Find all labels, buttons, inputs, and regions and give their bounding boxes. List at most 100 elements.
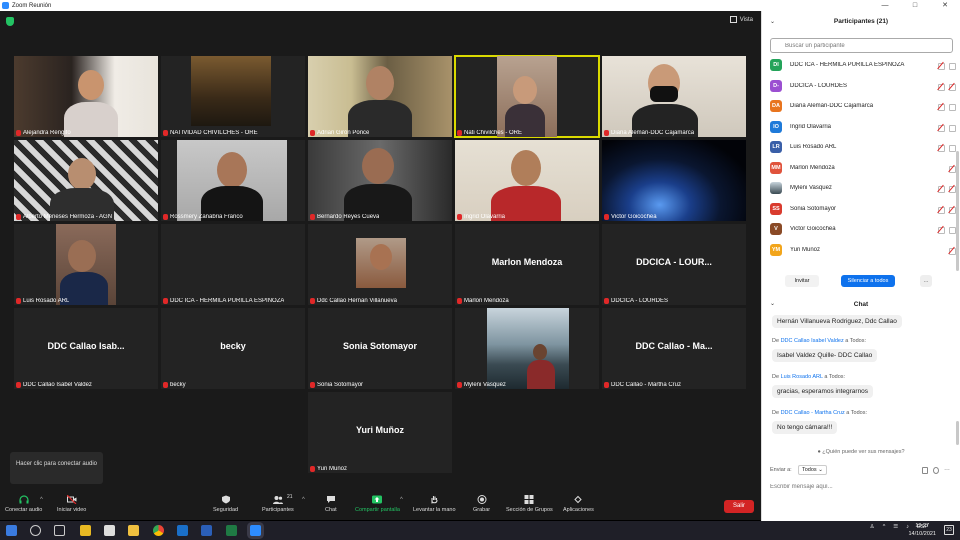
audio-options-chevron-icon[interactable]: ^: [40, 497, 43, 503]
participant-row[interactable]: D- DDCICA - LOURDES: [770, 78, 956, 94]
folder-icon[interactable]: [128, 525, 139, 536]
breakout-rooms-button[interactable]: Sección de Grupos: [506, 495, 553, 513]
camera-icon: [948, 144, 956, 152]
raise-hand-button[interactable]: Levantar la mano: [413, 495, 456, 513]
meeting-area: Vista Alejandra Rengifo NATIVIDAD CHIVIL…: [0, 11, 761, 490]
participant-tile[interactable]: Luis Rosado ARL: [14, 224, 158, 305]
tile-center-name: becky: [220, 341, 246, 351]
security-button[interactable]: Seguridad: [213, 495, 238, 513]
participant-row[interactable]: DI DDC ICA - HERMILA PURILLA ESPINOZA: [770, 57, 956, 73]
invite-button[interactable]: Invitar: [785, 275, 819, 287]
wifi-icon[interactable]: ☰: [893, 524, 898, 530]
participant-tile[interactable]: Ingrid Olavarria: [455, 140, 599, 221]
start-icon[interactable]: [6, 525, 17, 536]
chat-message-input[interactable]: [770, 481, 953, 493]
share-screen-button[interactable]: Compartir pantalla: [355, 495, 400, 513]
participant-search-input[interactable]: [770, 38, 953, 53]
participant-tile[interactable]: Ddc Callao Hernan Villanueva: [308, 224, 452, 305]
send-to-label: Enviar a:: [770, 467, 792, 473]
maximize-button[interactable]: □: [900, 0, 930, 11]
minimize-button[interactable]: —: [870, 0, 900, 11]
participant-row[interactable]: V Victor Goicochea: [770, 221, 956, 237]
chat-message-sender: De Luis Rosado ARL a Todos:: [772, 374, 846, 380]
participant-tile[interactable]: DDCICA - LOUR... DDCICA - LOURDES: [602, 224, 746, 305]
participant-tile[interactable]: Victor Goicochea: [602, 140, 746, 221]
more-dots-icon[interactable]: …: [944, 466, 950, 472]
outlook-icon[interactable]: [177, 525, 188, 536]
participant-row[interactable]: MM Marlon Mendoza: [770, 160, 956, 176]
chat-message-sender: De DDC Callao - Martha Cruz a Todos:: [772, 410, 867, 416]
leave-button[interactable]: Salir: [724, 500, 754, 513]
avatar: DA: [770, 100, 782, 112]
muted-mic-icon: [604, 214, 609, 220]
mute-all-button[interactable]: Silenciar a todos: [841, 275, 895, 287]
tile-center-name: DDC Callao Isab...: [47, 341, 125, 351]
search-icon[interactable]: [30, 525, 41, 536]
excel-icon[interactable]: [226, 525, 237, 536]
participant-row[interactable]: IO Ingrid Olavarria: [770, 119, 956, 135]
record-button[interactable]: Grabar: [473, 495, 490, 513]
participant-face: [68, 158, 96, 190]
participant-tile[interactable]: Alberto Meneses Hermoza - AGN: [14, 140, 158, 221]
share-options-chevron-icon[interactable]: ^: [400, 497, 403, 503]
participant-row[interactable]: LR Luis Rosado ARL: [770, 139, 956, 155]
muted-mic-icon: [16, 214, 21, 220]
participant-row[interactable]: Myleni Vasquez: [770, 180, 956, 196]
participants-scrollbar[interactable]: [956, 151, 959, 271]
file-icon[interactable]: [922, 467, 928, 474]
chat-button[interactable]: Chat: [325, 495, 337, 513]
participant-body: [527, 360, 555, 389]
people-tray-icon[interactable]: ♙: [870, 524, 875, 530]
start-video-button[interactable]: Iniciar video: [57, 495, 86, 513]
word-icon[interactable]: [201, 525, 212, 536]
participant-tile[interactable]: Adrian Girón Ponce: [308, 56, 452, 137]
participant-tile[interactable]: Nati Chivilches - ORE: [454, 55, 600, 138]
participant-tile[interactable]: Alejandra Rengifo: [14, 56, 158, 137]
participant-tile[interactable]: Yuri Muñoz Yuri Muñoz: [308, 392, 452, 473]
muted-mic-icon: [163, 214, 168, 220]
participant-tile[interactable]: DDC ICA - HERMILA PURILLA ESPINOZA: [161, 224, 305, 305]
video-off-icon: [66, 495, 77, 504]
participant-tile[interactable]: Marlon Mendoza Marlon Mendoza: [455, 224, 599, 305]
view-button[interactable]: Vista: [729, 16, 753, 23]
avatar: D-: [770, 80, 782, 92]
apps-icon: [574, 495, 583, 504]
chevron-up-icon[interactable]: ^: [883, 524, 886, 530]
close-button[interactable]: ✕: [930, 0, 960, 11]
file-explorer-icon[interactable]: [80, 525, 91, 536]
emoji-icon[interactable]: [933, 467, 939, 474]
headphones-icon: [19, 495, 29, 504]
participants-button[interactable]: Participantes 21: [262, 494, 294, 513]
more-options-button[interactable]: ...: [920, 275, 932, 287]
apps-button[interactable]: Aplicaciones: [563, 495, 594, 513]
participant-tile[interactable]: Sonia Sotomayor Sonia Sotomayor: [308, 308, 452, 389]
calculator-icon[interactable]: [104, 525, 115, 536]
participant-tile[interactable]: NATIVIDAD CHIVILCHES - ORE: [161, 56, 305, 137]
muted-mic-icon: [937, 185, 945, 193]
chrome-icon[interactable]: [153, 525, 164, 536]
task-view-icon[interactable]: [54, 525, 65, 536]
participant-row[interactable]: YM Yuri Muñoz: [770, 242, 956, 258]
camera-icon: [948, 62, 956, 70]
participant-tile[interactable]: DDC Callao Isab... DDC Callao Isabel Val…: [14, 308, 158, 389]
encryption-shield-icon[interactable]: [6, 17, 14, 26]
notifications-icon[interactable]: 23: [944, 525, 954, 535]
participant-row[interactable]: SS Sonia Sotomayor: [770, 201, 956, 217]
participant-tile[interactable]: Myleni Vasquez: [455, 308, 599, 389]
participant-tile[interactable]: Rossmery Zanabria Franco: [161, 140, 305, 221]
who-can-see-link[interactable]: ● ¿Quién puede ver sus mensajes?: [762, 449, 960, 455]
clock[interactable]: 19:27 14/10/2021: [908, 523, 936, 538]
participant-row[interactable]: DA Diana Alemán-DDC Cajamarca: [770, 98, 956, 114]
send-to-select[interactable]: Todos ⌄: [798, 465, 827, 475]
participant-tile[interactable]: Bernardo Reyes Cueva: [308, 140, 452, 221]
join-audio-button[interactable]: Conectar audio: [5, 495, 42, 513]
participant-face: [513, 76, 537, 104]
muted-mic-icon: [16, 130, 21, 136]
participant-tile[interactable]: DDC Callao - Ma... DDC Callao - Martha C…: [602, 308, 746, 389]
chat-scrollbar[interactable]: [956, 421, 959, 445]
participants-chevron-icon[interactable]: ^: [302, 497, 305, 503]
tile-label: Myleni Vasquez: [457, 382, 506, 388]
participant-tile[interactable]: Diana Alemán-DDC Cajamarca: [602, 56, 746, 137]
participant-tile[interactable]: becky becky: [161, 308, 305, 389]
zoom-app-icon[interactable]: [250, 525, 261, 536]
